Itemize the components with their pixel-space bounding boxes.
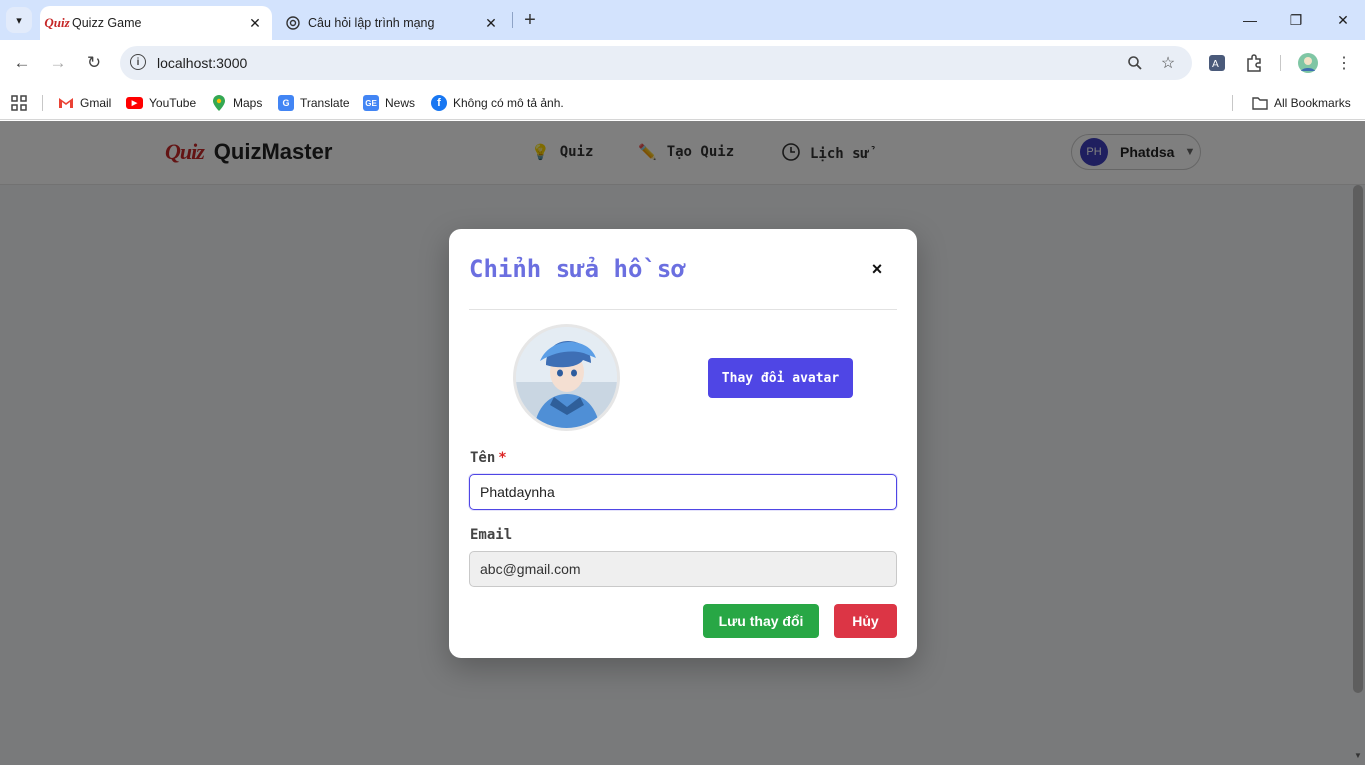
browser-toolbar: ← → ↻ i localhost:3000 ☆ A ⋮ bbox=[0, 40, 1365, 86]
change-avatar-button[interactable]: Thay đổi avatar bbox=[708, 358, 853, 398]
bookmarks-separator bbox=[42, 95, 43, 111]
bookmarks-separator bbox=[1232, 95, 1233, 111]
name-label: Tên * bbox=[470, 450, 507, 466]
app-page: Quiz QuizMaster 💡 Quiz ✏️ Tạo Quiz Lịch … bbox=[0, 121, 1365, 765]
svg-text:A: A bbox=[1212, 59, 1219, 70]
email-label: Email bbox=[470, 527, 513, 543]
bookmark-star-icon[interactable]: ☆ bbox=[1158, 53, 1178, 73]
bookmark-label: YouTube bbox=[149, 96, 197, 110]
news-icon: GE bbox=[363, 95, 379, 111]
gmail-icon bbox=[58, 95, 74, 111]
cancel-button[interactable]: Hủy bbox=[834, 604, 897, 638]
bookmark-label: Translate bbox=[300, 96, 350, 110]
extensions-icon[interactable] bbox=[1242, 51, 1266, 75]
tab-bar: ▾ Quiz Quizz Game ✕ Câu hỏi lập trình mạ… bbox=[0, 0, 1365, 40]
email-field[interactable]: abc@gmail.com bbox=[469, 551, 897, 587]
youtube-icon: ▶ bbox=[126, 97, 143, 109]
page-scrollbar[interactable] bbox=[1353, 185, 1363, 693]
bookmark-maps[interactable]: Maps bbox=[211, 93, 262, 113]
new-tab-icon[interactable]: + bbox=[518, 8, 542, 32]
folder-icon bbox=[1252, 95, 1268, 111]
bookmark-label: Không có mô tả ảnh. bbox=[453, 96, 564, 110]
forward-icon[interactable]: → bbox=[45, 50, 71, 76]
tab-search-button[interactable]: ▾ bbox=[6, 7, 32, 33]
reload-icon[interactable]: ↻ bbox=[81, 50, 107, 76]
profile-avatar-icon[interactable] bbox=[1296, 51, 1320, 75]
tab-title: Câu hỏi lập trình mạng bbox=[308, 16, 435, 30]
save-button[interactable]: Lưu thay đổi bbox=[703, 604, 819, 638]
quiz-favicon-icon: Quiz bbox=[44, 15, 70, 30]
scroll-down-arrow-icon[interactable]: ▼ bbox=[1354, 751, 1362, 760]
edit-profile-modal: Chỉnh sửa hồ sơ × Thay đổi avatar Tên * P… bbox=[449, 229, 917, 658]
bookmark-translate[interactable]: G Translate bbox=[278, 93, 350, 113]
back-icon[interactable]: ← bbox=[9, 50, 35, 76]
tab-separator bbox=[512, 12, 513, 28]
close-tab-icon[interactable]: ✕ bbox=[480, 12, 502, 34]
close-window-icon[interactable]: ✕ bbox=[1331, 8, 1355, 32]
close-icon[interactable]: × bbox=[867, 257, 887, 281]
close-tab-icon[interactable]: ✕ bbox=[244, 12, 266, 34]
tab-cau-hoi[interactable]: Câu hỏi lập trình mạng ✕ bbox=[276, 6, 508, 40]
bookmark-facebook[interactable]: f Không có mô tả ảnh. bbox=[431, 93, 564, 113]
name-label-text: Tên bbox=[470, 450, 496, 466]
all-bookmarks-label: All Bookmarks bbox=[1274, 96, 1351, 110]
toolbar-separator bbox=[1280, 55, 1281, 71]
translate-icon: G bbox=[278, 95, 294, 111]
bookmark-label: Gmail bbox=[80, 96, 112, 110]
menu-kebab-icon[interactable]: ⋮ bbox=[1332, 51, 1356, 75]
name-input[interactable]: Phatdaynha bbox=[469, 474, 897, 510]
tab-title: Quizz Game bbox=[72, 16, 142, 30]
translate-extension-icon[interactable]: A bbox=[1205, 51, 1229, 75]
zoom-icon[interactable] bbox=[1125, 53, 1145, 73]
tab-quizz-game[interactable]: Quiz Quizz Game ✕ bbox=[40, 6, 272, 40]
bookmark-label: News bbox=[385, 96, 416, 110]
bookmark-label: Maps bbox=[233, 96, 263, 110]
all-bookmarks[interactable]: All Bookmarks bbox=[1252, 93, 1351, 113]
apps-grid-icon[interactable] bbox=[11, 93, 27, 113]
openai-icon bbox=[284, 15, 302, 31]
minimize-icon[interactable]: — bbox=[1238, 8, 1262, 32]
url-text: localhost:3000 bbox=[157, 55, 248, 71]
maps-icon bbox=[211, 95, 227, 111]
address-bar[interactable]: i localhost:3000 ☆ bbox=[120, 46, 1192, 80]
bookmark-gmail[interactable]: Gmail bbox=[58, 93, 111, 113]
bookmark-youtube[interactable]: ▶ YouTube bbox=[126, 93, 196, 113]
profile-avatar-image bbox=[513, 324, 620, 431]
restore-icon[interactable]: ❐ bbox=[1284, 8, 1308, 32]
facebook-icon: f bbox=[431, 95, 447, 111]
bookmark-news[interactable]: GE News bbox=[363, 93, 415, 113]
modal-title: Chỉnh sửa hồ sơ bbox=[469, 255, 686, 283]
bookmarks-bar: Gmail ▶ YouTube Maps G Translate GE News… bbox=[0, 86, 1365, 120]
modal-divider bbox=[469, 309, 897, 310]
required-mark: * bbox=[498, 450, 507, 466]
site-info-icon[interactable]: i bbox=[130, 54, 146, 70]
